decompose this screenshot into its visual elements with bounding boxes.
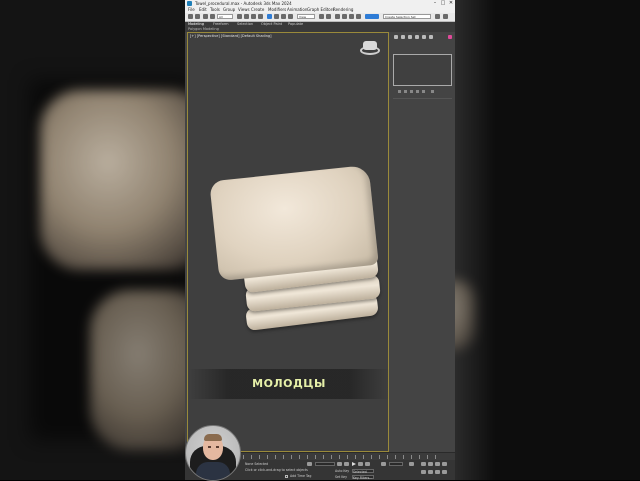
link-icon[interactable] [203, 14, 208, 19]
window-title: Towel_procedural.max - Autodesk 3ds Max … [195, 1, 292, 6]
align-icon[interactable] [443, 14, 448, 19]
unlink-icon[interactable] [210, 14, 215, 19]
go-to-end-icon[interactable] [365, 462, 370, 466]
tab-selection[interactable]: Selection [237, 22, 253, 27]
app-logo-icon [187, 1, 192, 6]
main-toolbar: All View Create Selection Set [185, 13, 455, 22]
object-color-swatch-icon[interactable] [448, 35, 452, 39]
modifier-list-panel[interactable] [393, 54, 452, 86]
tab-populate[interactable]: Populate [288, 22, 303, 27]
viewcube-icon[interactable] [360, 41, 380, 55]
select-move-icon[interactable] [267, 14, 272, 19]
select-manipulate-icon[interactable] [326, 14, 331, 19]
show-end-result-icon[interactable] [404, 90, 407, 93]
pin-stack-icon[interactable] [398, 90, 401, 93]
blurred-background-right [455, 0, 640, 480]
autokey-button[interactable]: Auto Key [335, 469, 349, 473]
modify-tab-icon[interactable] [401, 35, 405, 39]
percent-snap-icon[interactable] [349, 14, 354, 19]
lock-selection-icon[interactable] [307, 462, 312, 466]
selected-mode-dropdown[interactable]: Selected [352, 469, 374, 474]
viewport-toggle-icon[interactable] [442, 470, 447, 474]
pan-view-icon[interactable] [428, 470, 433, 474]
blurred-towel-bottom [90, 290, 185, 450]
hierarchy-tab-icon[interactable] [408, 35, 412, 39]
time-configuration-icon[interactable] [409, 462, 414, 466]
zoom-all-icon[interactable] [428, 462, 433, 466]
command-panel-tabs [394, 35, 452, 41]
placement-icon[interactable] [288, 14, 293, 19]
snaps-toggle-icon[interactable] [335, 14, 340, 19]
select-rotate-icon[interactable] [274, 14, 279, 19]
make-unique-icon[interactable] [410, 90, 413, 93]
display-tab-icon[interactable] [422, 35, 426, 39]
configure-sets-icon[interactable] [422, 90, 425, 93]
trash-icon[interactable] [431, 90, 434, 93]
zoom-icon[interactable] [421, 462, 426, 466]
go-to-start-icon[interactable] [337, 462, 342, 466]
selection-filter-dropdown[interactable]: All [217, 14, 233, 19]
add-time-tag-checkbox[interactable] [285, 475, 288, 478]
pivot-center-icon[interactable] [319, 14, 324, 19]
key-filters-button[interactable]: Key Filters... [352, 475, 374, 480]
webcam-overlay [185, 425, 241, 481]
select-scale-icon[interactable] [281, 14, 286, 19]
field-of-view-icon[interactable] [421, 470, 426, 474]
status-prompt: Click or click-and-drag to select object… [245, 468, 308, 472]
perspective-viewport[interactable]: [+] [Perspective] [Standard] [Default Sh… [187, 32, 390, 452]
title-bar: Towel_procedural.max - Autodesk 3ds Max … [185, 0, 455, 7]
zoom-extents-icon[interactable] [435, 462, 440, 466]
window-crossing-icon[interactable] [258, 14, 263, 19]
orbit-icon[interactable] [435, 470, 440, 474]
key-mode-toggle-icon[interactable] [381, 462, 386, 466]
timeline-ticks [243, 455, 443, 459]
maximize-viewport-icon[interactable] [442, 462, 447, 466]
towel-top-surface [209, 164, 379, 282]
spinner-snap-icon[interactable] [356, 14, 361, 19]
reference-coordinate-dropdown[interactable]: View [297, 14, 315, 19]
next-frame-icon[interactable] [358, 462, 363, 466]
towel-model[interactable] [206, 163, 386, 333]
play-icon[interactable] [352, 462, 356, 466]
add-time-tag-label[interactable]: Add Time Tag [290, 474, 311, 478]
select-object-icon[interactable] [237, 14, 242, 19]
create-tab-icon[interactable] [394, 35, 398, 39]
blurred-towel-top [40, 90, 185, 270]
previous-frame-icon[interactable] [344, 462, 349, 466]
blurred-background-left [0, 0, 185, 480]
tab-object-paint[interactable]: Object Paint [261, 22, 282, 27]
named-selection-set-dropdown[interactable]: Create Selection Set [383, 14, 431, 19]
set-key-button[interactable]: Set Key [335, 475, 347, 479]
undo-icon[interactable] [188, 14, 193, 19]
close-button[interactable]: ✕ [447, 0, 455, 7]
redo-icon[interactable] [195, 14, 200, 19]
x-coordinate-field[interactable] [315, 462, 335, 466]
current-frame-field[interactable] [389, 462, 403, 466]
status-selected: None Selected [245, 462, 269, 466]
motion-tab-icon[interactable] [415, 35, 419, 39]
utilities-tab-icon[interactable] [429, 35, 433, 39]
ribbon: Modeling Freeform Selection Object Paint… [185, 22, 455, 32]
select-by-name-icon[interactable] [244, 14, 249, 19]
video-caption: МОЛОДЦЫ [188, 369, 390, 399]
rectangle-selection-icon[interactable] [251, 14, 256, 19]
remove-modifier-icon[interactable] [416, 90, 419, 93]
panel-divider [393, 98, 452, 99]
command-panel [390, 32, 455, 452]
viewport-label-menu[interactable]: [+] [Perspective] [Standard] [Default Sh… [190, 34, 272, 38]
edit-named-selection-icon[interactable] [365, 14, 379, 19]
angle-snap-icon[interactable] [342, 14, 347, 19]
3dsmax-window: Towel_procedural.max - Autodesk 3ds Max … [185, 0, 455, 480]
minimize-button[interactable]: – [431, 0, 439, 7]
stack-tools [398, 90, 434, 93]
mirror-icon[interactable] [435, 14, 440, 19]
maximize-button[interactable]: □ [439, 0, 447, 7]
